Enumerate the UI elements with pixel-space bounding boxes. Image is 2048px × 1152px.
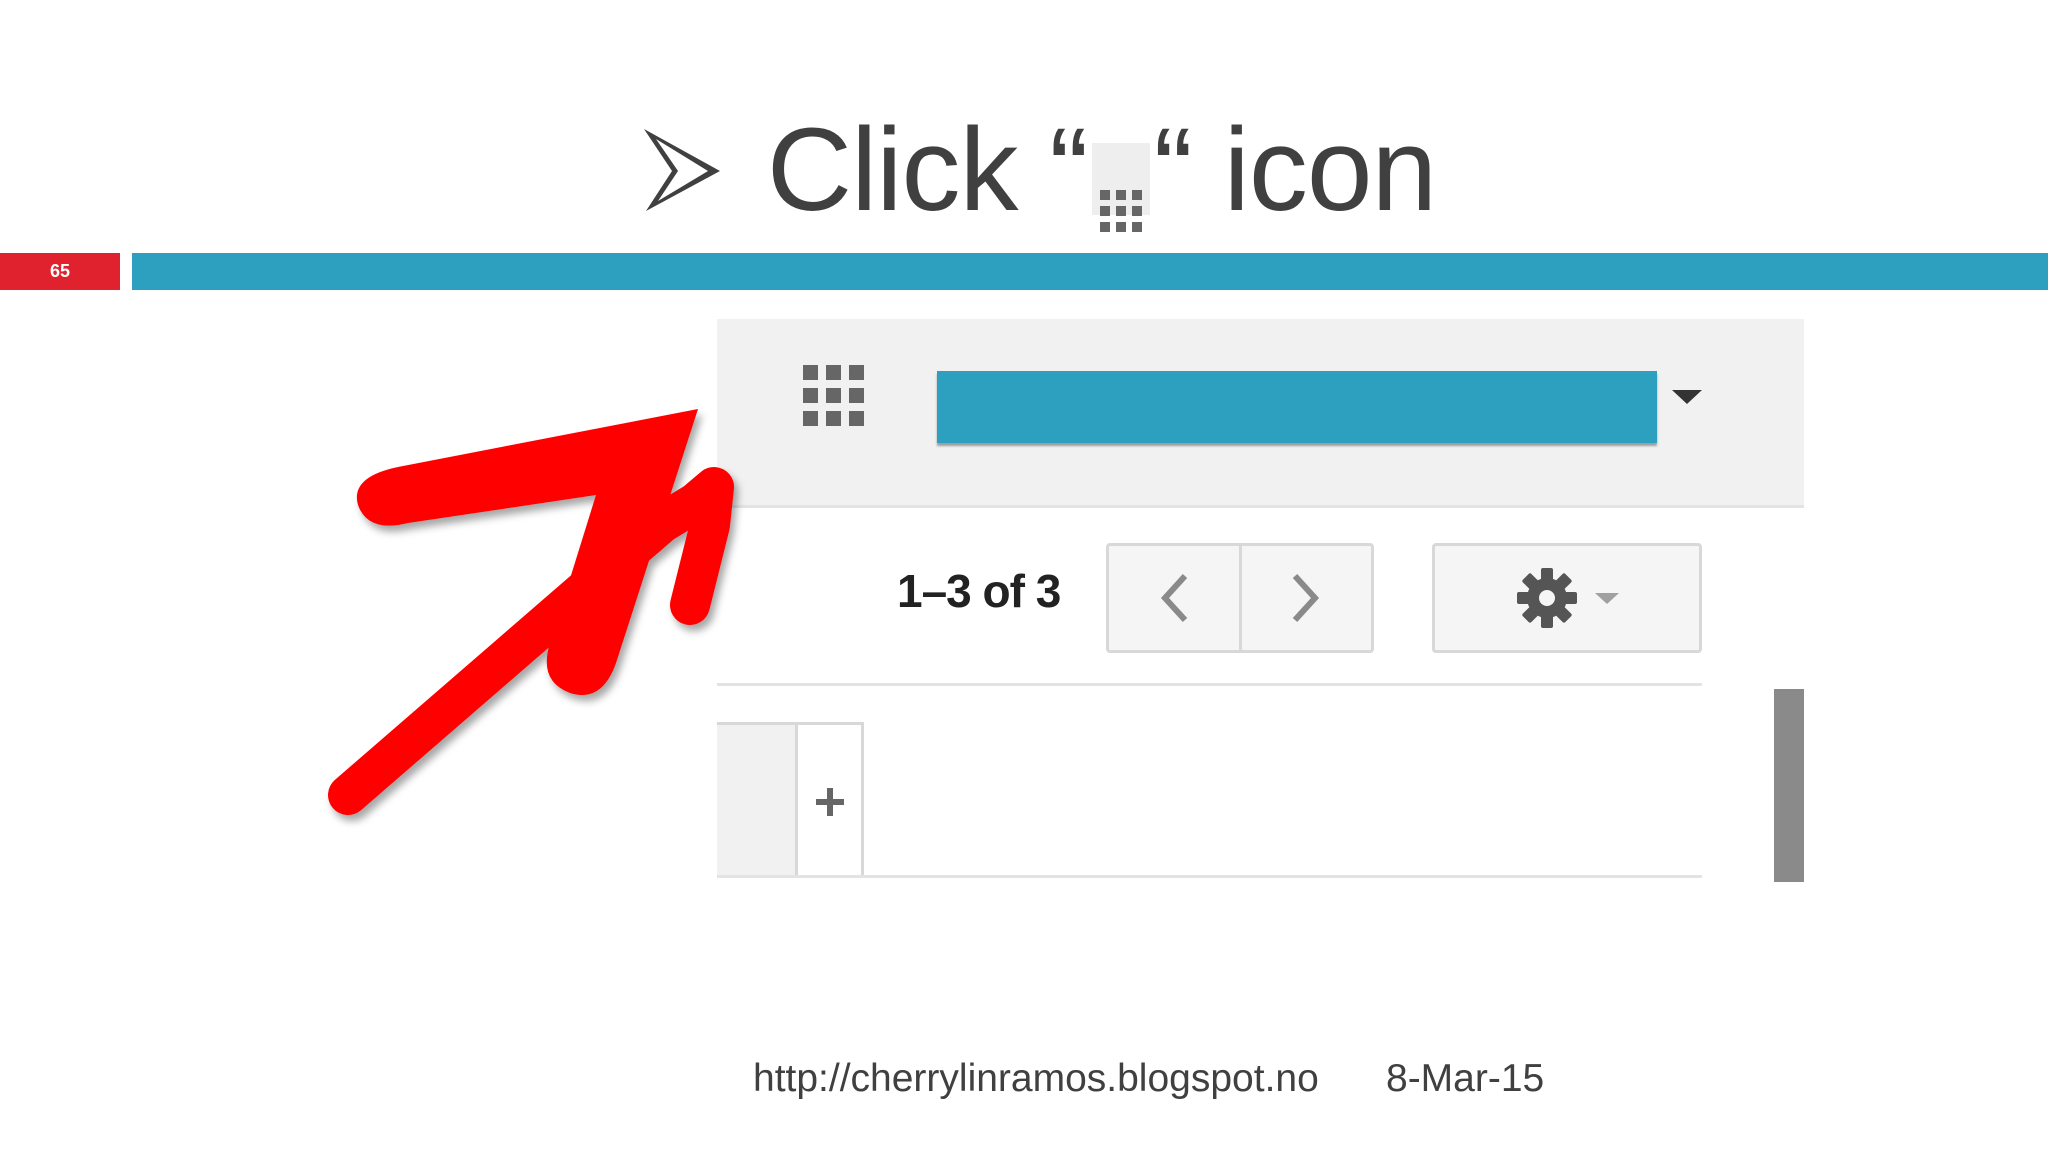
footer-date: 8-Mar-15	[1386, 1057, 1545, 1100]
slide-number: 65	[0, 253, 120, 290]
apps-grid-icon[interactable]	[803, 365, 865, 427]
caret-down-icon	[1595, 592, 1619, 604]
caret-down-icon[interactable]	[1672, 390, 1702, 404]
list-divider	[717, 875, 1702, 878]
accent-divider-bar	[132, 253, 2048, 290]
apps-grid-icon	[1091, 143, 1150, 232]
chevron-right-icon	[1293, 573, 1320, 623]
plus-icon	[815, 787, 844, 816]
list-divider	[717, 683, 1702, 686]
title-suffix: “ icon	[1153, 104, 1438, 236]
embedded-screenshot: 1–3 of 3	[717, 319, 1804, 882]
footer-url: http://cherrylinramos.blogspot.no	[753, 1057, 1319, 1100]
next-page-button[interactable]	[1238, 546, 1372, 650]
add-button[interactable]	[798, 722, 864, 878]
app-header	[717, 319, 1804, 508]
pager-group	[1106, 543, 1374, 653]
prev-page-button[interactable]	[1109, 546, 1239, 650]
account-selector-bar[interactable]	[937, 371, 1657, 443]
title-prefix: Click “	[766, 104, 1089, 236]
slide: Click “ “ icon 65 1–3 of 3 http://cherry…	[0, 0, 2048, 1152]
gear-icon	[1517, 568, 1577, 628]
pagination-count: 1–3 of 3	[897, 565, 1061, 617]
settings-button[interactable]	[1432, 543, 1702, 653]
chevron-left-icon	[1160, 573, 1187, 623]
slide-title: Click “ “ icon	[0, 105, 2048, 235]
arrowhead-bullet-icon	[643, 129, 720, 211]
scrollbar[interactable]	[1774, 689, 1804, 882]
list-cell	[717, 722, 798, 878]
